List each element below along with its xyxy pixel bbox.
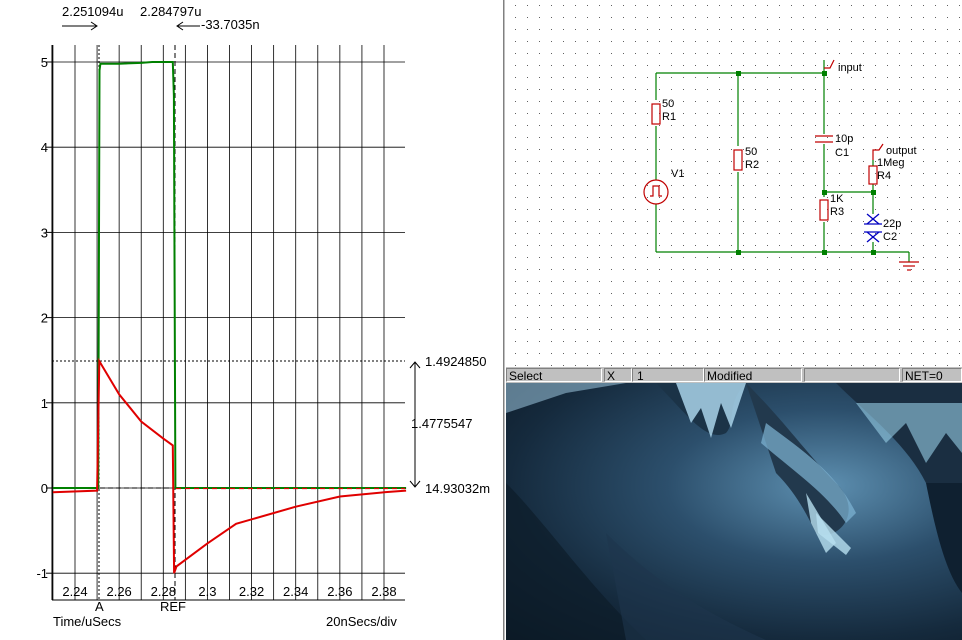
r1-name: R1 (662, 111, 676, 123)
x-tick-label: 2.24 (62, 584, 87, 599)
input-label: input (838, 62, 862, 74)
grid-dots (510, 0, 962, 366)
delta-value: 1.4775547 (411, 416, 472, 431)
r3-name: R3 (830, 206, 844, 218)
cursor-b-time: 2.284797u (140, 4, 201, 19)
x-tick-label: 2.26 (106, 584, 131, 599)
status-net: NET=0 (902, 368, 962, 382)
x-axis-label: Time/uSecs (53, 614, 122, 629)
status-bar: Select X 1 Modified NET=0 (506, 366, 962, 383)
cursor-a-label: A (95, 599, 104, 614)
arrow-left-icon (176, 21, 200, 31)
waveform-plot[interactable]: 543210-1 2.24 2.26 2.28 2.3 2.32 2.34 2.36 2.38… (0, 0, 503, 640)
cursor-ref-label: REF (160, 599, 186, 614)
dragon-artwork (506, 383, 962, 640)
r4-value: 1Meg (877, 157, 905, 169)
upper-value: 1.4924850 (425, 354, 486, 369)
r1-value: 50 (662, 98, 674, 110)
r2-name: R2 (745, 159, 759, 171)
c2-value: 22p (883, 218, 901, 230)
scale-label: 20nSecs/div (326, 614, 397, 629)
r4-name: R4 (877, 170, 891, 182)
waveform-viewer[interactable]: 5 4 3 2 1 0 -1 2.24 2.26 2.28 2.3 2.32 2.34 2.36 2.38… (0, 0, 503, 640)
c1-value: 10p (835, 133, 853, 145)
c1-name: C1 (835, 147, 849, 159)
lower-value: 14.93032m (425, 481, 490, 496)
schematic-canvas[interactable]: 50 R1 50 R2 1K R3 1Meg R4 10p C1 22p C2 … (510, 0, 962, 366)
x-tick-label: 2.3 (198, 584, 216, 599)
plot-grid (51, 45, 405, 601)
y-tick-labels: 543210-1 (36, 55, 52, 581)
x-tick-label: 2.32 (239, 584, 264, 599)
v1-name: V1 (671, 168, 684, 180)
status-x-value: 1 (632, 368, 704, 382)
c2-name: C2 (883, 231, 897, 243)
r2-value: 50 (745, 146, 757, 158)
background-picture (506, 383, 962, 640)
x-tick-label: 2.34 (283, 584, 308, 599)
status-x-label: X (604, 368, 632, 382)
r3-value: 1K (830, 193, 844, 205)
arrow-right-icon (62, 21, 98, 31)
status-modified: Modified (704, 368, 802, 382)
status-mode: Select (506, 368, 602, 382)
schematic-editor[interactable]: 50 R1 50 R2 1K R3 1Meg R4 10p C1 22p C2 … (510, 0, 962, 366)
status-blank (804, 368, 900, 382)
x-tick-label: 2.36 (327, 584, 352, 599)
output-label: output (886, 145, 917, 157)
cursor-a-time: 2.251094u (62, 4, 123, 19)
cursor-delta: -33.7035n (201, 17, 260, 32)
x-tick-label: 2.38 (371, 584, 396, 599)
x-tick-label: 2.28 (151, 584, 176, 599)
